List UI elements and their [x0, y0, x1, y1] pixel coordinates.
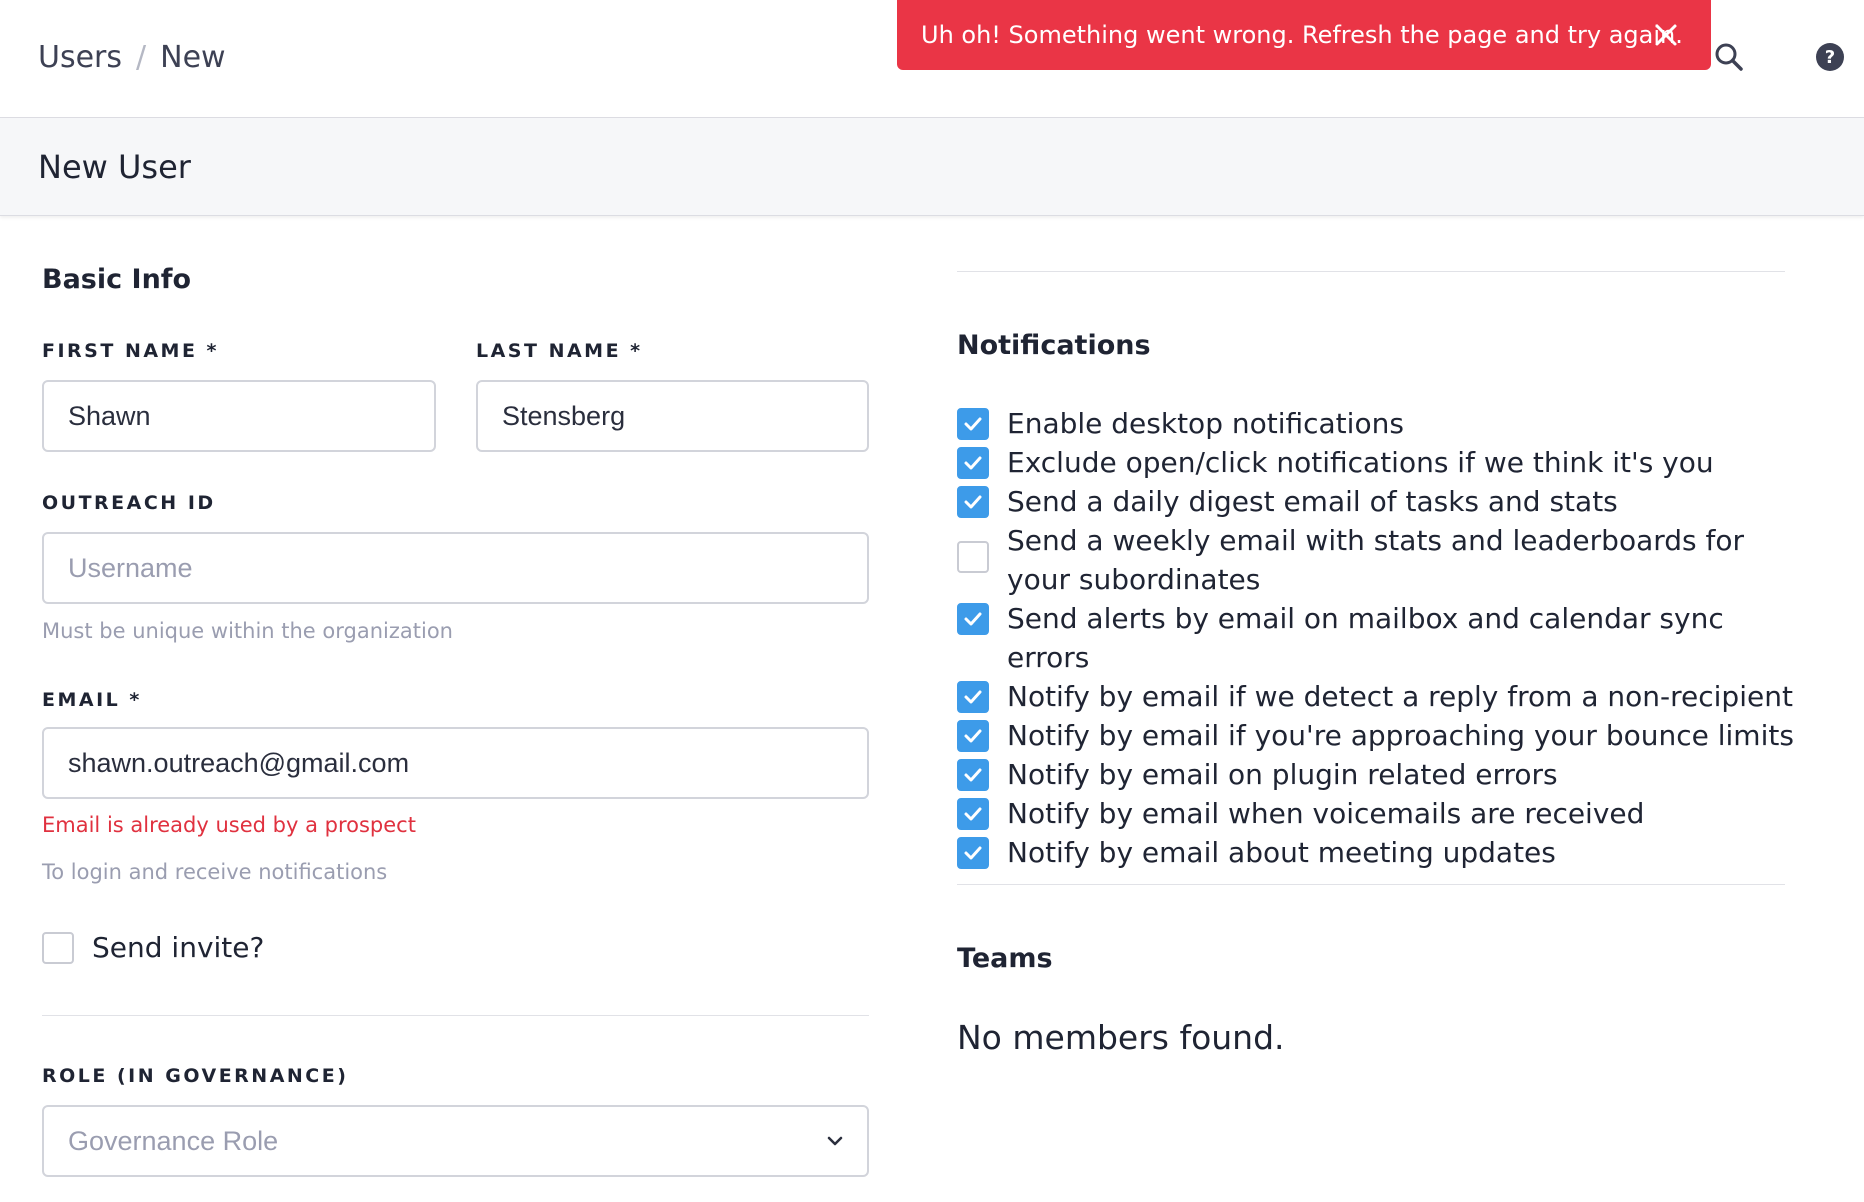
teams-title: Teams	[957, 943, 1053, 974]
notifications-title: Notifications	[957, 330, 1151, 361]
outreach-id-input[interactable]: Username	[42, 532, 869, 604]
check-icon	[964, 690, 982, 704]
page-title: New User	[38, 148, 191, 186]
notifications-list: Enable desktop notifications Exclude ope…	[957, 404, 1797, 872]
notification-checkbox[interactable]	[957, 408, 989, 440]
notification-checkbox[interactable]	[957, 681, 989, 713]
email-label: EMAIL *	[42, 689, 142, 711]
notification-checkbox[interactable]	[957, 798, 989, 830]
close-icon[interactable]	[1651, 20, 1681, 50]
email-error: Email is already used by a prospect	[42, 813, 416, 837]
page-header: New User	[0, 118, 1864, 216]
notification-checkbox[interactable]	[957, 837, 989, 869]
help-icon[interactable]: ?	[1813, 40, 1847, 74]
list-item[interactable]: Notify by email if you're approaching yo…	[957, 716, 1797, 755]
notification-checkbox[interactable]	[957, 759, 989, 791]
outreach-id-label: OUTREACH ID	[42, 492, 216, 514]
notification-label: Send a daily digest email of tasks and s…	[1007, 485, 1618, 518]
check-icon	[964, 417, 982, 431]
list-item[interactable]: Enable desktop notifications	[957, 404, 1797, 443]
list-item[interactable]: Notify by email if we detect a reply fro…	[957, 677, 1797, 716]
basic-info-title: Basic Info	[42, 264, 192, 295]
first-name-field[interactable]: Shawn	[42, 380, 436, 452]
governance-role-select[interactable]: Governance Role	[42, 1105, 869, 1177]
send-invite-checkbox[interactable]	[42, 932, 74, 964]
notification-label: Notify by email when voicemails are rece…	[1007, 797, 1645, 830]
notification-checkbox[interactable]	[957, 486, 989, 518]
check-icon	[964, 456, 982, 470]
list-item[interactable]: Notify by email about meeting updates	[957, 833, 1797, 872]
last-name-field[interactable]: Stensberg	[476, 380, 869, 452]
divider	[957, 271, 1785, 272]
check-icon	[964, 807, 982, 821]
divider	[42, 1015, 869, 1016]
email-help: To login and receive notifications	[42, 860, 388, 884]
notification-label: Notify by email if we detect a reply fro…	[1007, 680, 1793, 713]
notification-label: Notify by email on plugin related errors	[1007, 758, 1558, 791]
governance-role-value: Governance Role	[68, 1125, 279, 1156]
breadcrumb-users-link[interactable]: Users	[38, 40, 122, 75]
chevron-down-icon	[823, 1129, 847, 1153]
teams-empty-message: No members found.	[957, 1018, 1285, 1057]
check-icon	[964, 612, 982, 626]
last-name-label: LAST NAME *	[476, 340, 643, 362]
list-item[interactable]: Send a daily digest email of tasks and s…	[957, 482, 1797, 521]
email-field[interactable]: shawn.outreach@gmail.com	[42, 727, 869, 799]
check-icon	[964, 846, 982, 860]
check-icon	[964, 495, 982, 509]
error-toast: Uh oh! Something went wrong. Refresh the…	[897, 0, 1711, 70]
notification-label: Exclude open/click notifications if we t…	[1007, 446, 1714, 479]
first-name-label: FIRST NAME *	[42, 340, 219, 362]
divider	[957, 884, 1785, 885]
breadcrumb-separator: /	[136, 40, 147, 75]
notification-label: Enable desktop notifications	[1007, 407, 1404, 440]
list-item[interactable]: Notify by email on plugin related errors	[957, 755, 1797, 794]
search-icon[interactable]	[1712, 40, 1746, 74]
list-item[interactable]: Notify by email when voicemails are rece…	[957, 794, 1797, 833]
notification-label: Notify by email about meeting updates	[1007, 836, 1556, 869]
breadcrumb: Users / New	[38, 40, 226, 75]
notification-label: Send a weekly email with stats and leade…	[1007, 524, 1745, 596]
notification-label: Notify by email if you're approaching yo…	[1007, 719, 1794, 752]
check-icon	[964, 729, 982, 743]
notification-checkbox[interactable]	[957, 541, 989, 573]
list-item[interactable]: Exclude open/click notifications if we t…	[957, 443, 1797, 482]
list-item[interactable]: Send a weekly email with stats and leade…	[957, 521, 1797, 599]
breadcrumb-current: New	[160, 40, 226, 75]
outreach-id-help: Must be unique within the organization	[42, 619, 453, 643]
notification-checkbox[interactable]	[957, 603, 989, 635]
role-label: ROLE (IN GOVERNANCE)	[42, 1065, 349, 1087]
check-icon	[964, 768, 982, 782]
svg-text:?: ?	[1825, 47, 1835, 68]
notification-checkbox[interactable]	[957, 447, 989, 479]
send-invite-label: Send invite?	[92, 931, 265, 964]
toast-message: Uh oh! Something went wrong. Refresh the…	[921, 21, 1683, 49]
list-item[interactable]: Send alerts by email on mailbox and cale…	[957, 599, 1797, 677]
notification-checkbox[interactable]	[957, 720, 989, 752]
notification-label: Send alerts by email on mailbox and cale…	[1007, 602, 1724, 674]
